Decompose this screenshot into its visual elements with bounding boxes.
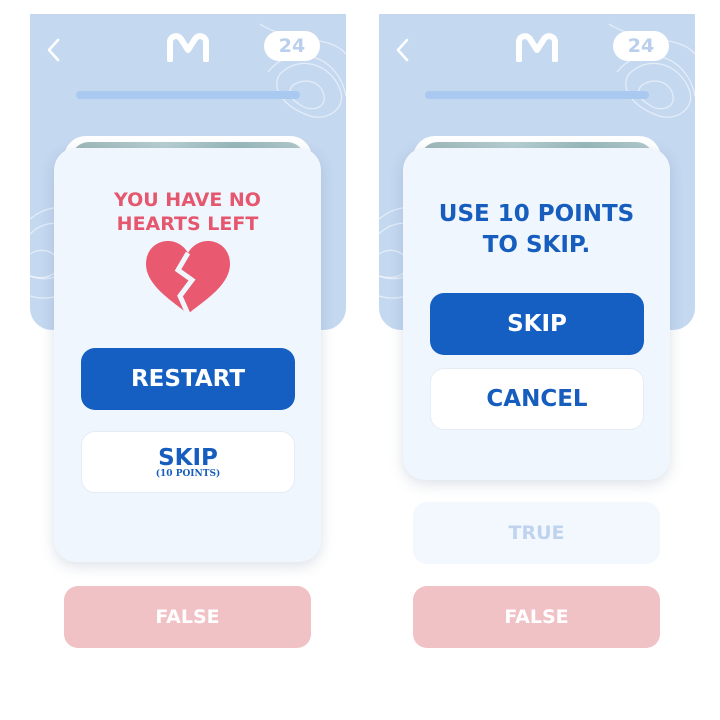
dialog-message: YOU HAVE NO HEARTS LEFT: [54, 188, 321, 236]
false-answer-button[interactable]: FALSE: [64, 586, 311, 648]
skip-button-label: SKIP: [158, 445, 218, 471]
progress-fill: [76, 91, 300, 99]
dialog-message-line2: TO SKIP.: [482, 232, 591, 258]
screen-no-hearts: chevron-left-icon m-logo-icon 24 YOU HAV…: [30, 0, 346, 720]
skip-button-cost: (10 POINTS): [155, 469, 221, 479]
dialog-message-line2: HEARTS LEFT: [116, 213, 259, 235]
no-hearts-dialog: YOU HAVE NO HEARTS LEFT broken-heart-ico…: [54, 148, 321, 562]
m-logo-icon: m-logo-icon: [167, 33, 209, 62]
screen-skip-confirm: chevron-left-icon m-logo-icon 24 USE 10 …: [379, 0, 695, 720]
cancel-button-label: CANCEL: [486, 386, 588, 412]
dialog-message-line1: YOU HAVE NO: [114, 189, 261, 211]
cancel-button[interactable]: CANCEL: [430, 368, 644, 430]
false-answer-button[interactable]: FALSE: [413, 586, 660, 648]
broken-heart-icon: broken-heart-icon: [146, 241, 230, 316]
points-counter: 24: [264, 31, 320, 61]
dialog-message-line1: USE 10 POINTS: [438, 201, 635, 227]
skip-confirm-dialog: USE 10 POINTS TO SKIP. SKIP CANCEL: [403, 148, 670, 480]
points-counter: 24: [613, 31, 669, 61]
restart-button[interactable]: RESTART: [81, 348, 295, 410]
m-logo-icon: m-logo-icon: [516, 33, 558, 62]
skip-button[interactable]: SKIP (10 POINTS): [81, 431, 295, 493]
back-button[interactable]: chevron-left-icon: [393, 36, 413, 64]
confirm-skip-button[interactable]: SKIP: [430, 293, 644, 355]
true-answer-button[interactable]: TRUE: [413, 502, 660, 564]
progress-bar: [425, 91, 649, 99]
progress-bar: [76, 91, 300, 99]
progress-fill: [425, 91, 649, 99]
back-button[interactable]: chevron-left-icon: [44, 36, 64, 64]
dialog-message: USE 10 POINTS TO SKIP.: [403, 199, 670, 261]
